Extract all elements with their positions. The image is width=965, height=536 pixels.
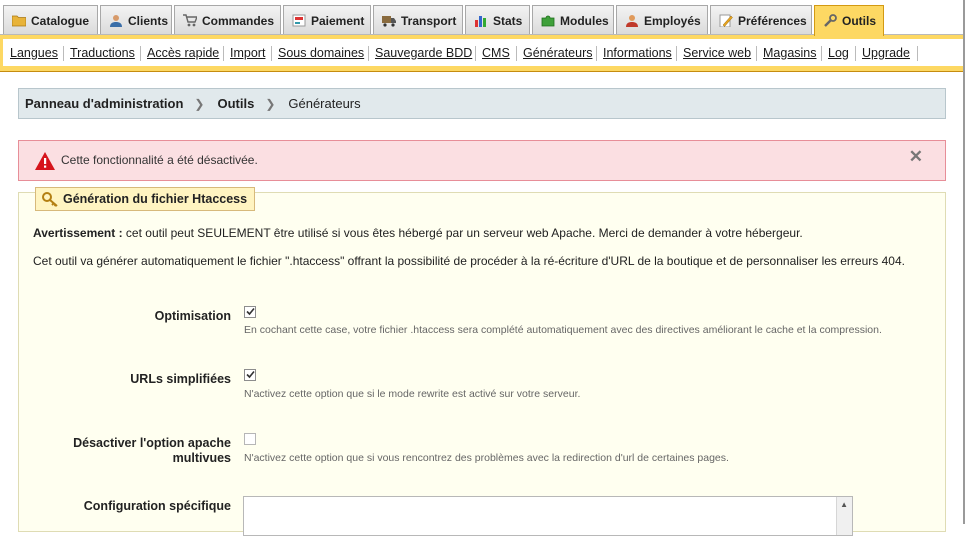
- multiviews-checkbox[interactable]: [244, 433, 256, 445]
- tab-clients[interactable]: Clients: [100, 5, 172, 35]
- employee-icon: [626, 15, 638, 27]
- folder-icon: [12, 15, 26, 27]
- tab-label: Catalogue: [31, 13, 90, 28]
- tab-modules[interactable]: Modules: [532, 5, 614, 35]
- subnav-separator: [756, 46, 757, 61]
- breadcrumb-current: Générateurs: [288, 96, 361, 111]
- tab-label: Préférences: [738, 13, 807, 28]
- checkmark-icon: [246, 370, 255, 379]
- subnav-separator: [821, 46, 822, 61]
- chevron-right-icon: ❯: [265, 96, 276, 111]
- subnav-link-import[interactable]: Import: [230, 46, 265, 60]
- tab-label: Employés: [644, 13, 701, 28]
- subnav-link-service-web[interactable]: Service web: [683, 46, 751, 60]
- subnav-link-sous-domaines[interactable]: Sous domaines: [278, 46, 364, 60]
- tab-label: Outils: [842, 14, 877, 28]
- sub-navigation: Langues Traductions Accès rapide Import …: [0, 35, 965, 72]
- subnav-link-langues[interactable]: Langues: [10, 46, 58, 60]
- apache-warning: Avertissement : cet outil peut SEULEMENT…: [33, 226, 923, 241]
- payment-icon: [292, 14, 306, 27]
- optimisation-hint: En cochant cette case, votre fichier .ht…: [244, 324, 882, 336]
- subnav-link-upgrade[interactable]: Upgrade: [862, 46, 910, 60]
- breadcrumb: Panneau d'administration ❯ Outils ❯ Géné…: [18, 88, 946, 119]
- chevron-right-icon: ❯: [194, 96, 205, 111]
- tab-preferences[interactable]: Préférences: [710, 5, 812, 35]
- subnav-separator: [917, 46, 918, 61]
- warning-label: Avertissement :: [33, 226, 123, 240]
- tab-stats[interactable]: Stats: [465, 5, 530, 35]
- subnav-separator: [596, 46, 597, 61]
- error-text: Cette fonctionnalité a été désactivée.: [61, 153, 258, 167]
- preferences-icon: [719, 14, 733, 27]
- subnav-separator: [140, 46, 141, 61]
- subnav-separator: [855, 46, 856, 61]
- tab-transport[interactable]: Transport: [373, 5, 463, 35]
- tab-employes[interactable]: Employés: [616, 5, 708, 35]
- multiviews-label: Désactiver l'option apache multivues: [73, 436, 231, 465]
- subnav-link-sauvegarde-bdd[interactable]: Sauvegarde BDD: [375, 46, 472, 60]
- subnav-separator: [223, 46, 224, 61]
- puzzle-icon: [541, 15, 555, 27]
- chart-icon: [475, 16, 486, 27]
- subnav-link-generateurs[interactable]: Générateurs: [523, 46, 592, 60]
- subnav-separator: [271, 46, 272, 61]
- tab-paiement[interactable]: Paiement: [283, 5, 371, 35]
- user-icon: [110, 15, 122, 27]
- main-tab-bar: Catalogue Clients Commandes Paiement Tra…: [0, 0, 965, 36]
- close-icon[interactable]: ✕: [909, 147, 923, 167]
- htaccess-fieldset: Génération du fichier Htaccess Avertisse…: [18, 187, 946, 536]
- htaccess-description: Cet outil va générer automatiquement le …: [33, 254, 905, 268]
- multiviews-hint: N'activez cette option que si vous renco…: [244, 452, 729, 464]
- warning-text: cet outil peut SEULEMENT être utilisé si…: [122, 226, 803, 240]
- subnav-link-magasins[interactable]: Magasins: [763, 46, 817, 60]
- breadcrumb-root[interactable]: Panneau d'administration: [25, 96, 183, 111]
- error-message: Cette fonctionnalité a été désactivée. ✕: [18, 140, 946, 181]
- friendly-urls-hint: N'activez cette option que si le mode re…: [244, 388, 581, 400]
- subnav-separator: [475, 46, 476, 61]
- subnav-separator: [368, 46, 369, 61]
- tools-icon: [824, 14, 837, 27]
- tab-label: Modules: [560, 13, 609, 28]
- tab-label: Paiement: [311, 13, 365, 28]
- tab-catalogue[interactable]: Catalogue: [3, 5, 98, 35]
- tab-label: Clients: [128, 13, 169, 28]
- cart-icon: [183, 14, 197, 27]
- legend-title: Génération du fichier Htaccess: [63, 192, 248, 206]
- optimisation-label: Optimisation: [154, 309, 231, 323]
- scroll-up-arrow-icon[interactable]: ▲: [840, 500, 848, 509]
- specific-config-textarea[interactable]: ▲: [243, 496, 853, 536]
- optimisation-checkbox[interactable]: [244, 306, 256, 318]
- warning-icon: [35, 152, 55, 170]
- tab-label: Stats: [493, 13, 523, 28]
- breadcrumb-section[interactable]: Outils: [217, 96, 254, 111]
- subnav-link-log[interactable]: Log: [828, 46, 849, 60]
- friendly-urls-label: URLs simplifiées: [130, 372, 231, 386]
- tab-outils[interactable]: Outils: [814, 5, 884, 36]
- subnav-link-acces-rapide[interactable]: Accès rapide: [147, 46, 219, 60]
- key-icon: [42, 191, 58, 207]
- tab-label: Commandes: [202, 13, 275, 28]
- subnav-separator: [63, 46, 64, 61]
- truck-icon: [382, 16, 396, 27]
- fieldset-legend: Génération du fichier Htaccess: [35, 187, 256, 211]
- specific-config-label: Configuration spécifique: [83, 499, 231, 513]
- checkmark-icon: [246, 307, 255, 316]
- tab-label: Transport: [401, 13, 457, 28]
- friendly-urls-checkbox[interactable]: [244, 369, 256, 381]
- subnav-separator: [516, 46, 517, 61]
- subnav-link-cms[interactable]: CMS: [482, 46, 510, 60]
- subnav-link-informations[interactable]: Informations: [603, 46, 672, 60]
- sub-navigation-strip: Langues Traductions Accès rapide Import …: [3, 39, 965, 66]
- subnav-link-traductions[interactable]: Traductions: [70, 46, 135, 60]
- tab-commandes[interactable]: Commandes: [174, 5, 281, 35]
- subnav-separator: [676, 46, 677, 61]
